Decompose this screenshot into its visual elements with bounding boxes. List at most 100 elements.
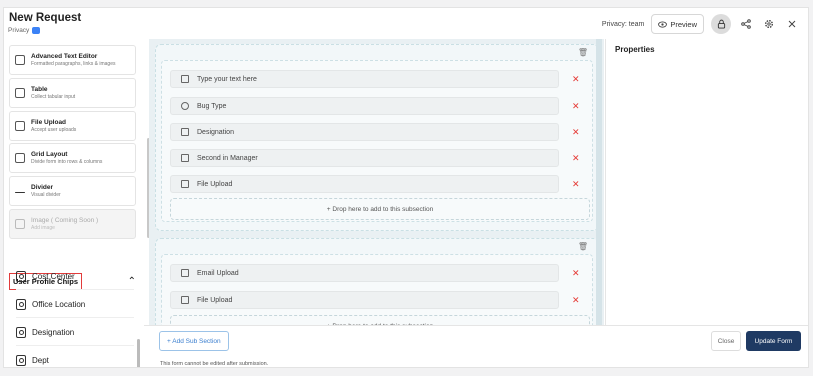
profile-chip-icon xyxy=(16,271,26,282)
text-icon xyxy=(181,75,189,83)
drop-zone-label: + Drop here to add to this subsection xyxy=(326,205,434,213)
file-upload-icon xyxy=(15,121,25,131)
field-dropdown[interactable]: Bug Type xyxy=(170,97,559,115)
profile-chip-icon xyxy=(16,327,26,338)
field-second-in-manager[interactable]: Second in Manager xyxy=(170,149,559,167)
chip-label: Dept xyxy=(32,356,49,365)
add-sub-section-button[interactable]: + Add Sub Section xyxy=(159,331,229,351)
widget-advanced-text-editor[interactable]: Advanced Text Editor Formatted paragraphs… xyxy=(9,45,136,75)
profile-chip-icon xyxy=(16,299,26,310)
field-email-upload[interactable]: Email Upload xyxy=(170,264,559,282)
gear-icon xyxy=(765,20,773,28)
privacy-badge-icon[interactable] xyxy=(32,27,41,34)
widget-panel: Advanced Text Editor Formatted paragraphs… xyxy=(4,39,144,367)
table-icon xyxy=(15,88,25,98)
lock-icon xyxy=(717,19,725,29)
canvas-scrollbar[interactable] xyxy=(596,39,602,331)
widget-description: Accept user uploads xyxy=(31,127,77,133)
subsection-2: Email Upload ✕ File Upload ✕ + Drop here… xyxy=(161,254,593,325)
field-label: Designation xyxy=(197,128,234,136)
delete-field-icon[interactable]: ✕ xyxy=(572,74,580,85)
field-label: File Upload xyxy=(197,180,233,188)
field-label: Second in Manager xyxy=(197,154,258,162)
left-scrollbar[interactable] xyxy=(137,339,140,367)
delete-field-icon[interactable]: ✕ xyxy=(572,127,580,138)
properties-title: Properties xyxy=(615,45,655,54)
chip-cost-center[interactable]: Cost Center xyxy=(16,264,134,290)
header-actions: Privacy: team Preview xyxy=(602,14,800,34)
rich-text-icon xyxy=(15,55,25,65)
chip-label: Office Location xyxy=(32,300,86,309)
divider-icon xyxy=(15,191,25,193)
close-window-button[interactable] xyxy=(784,16,800,32)
eye-icon xyxy=(658,20,668,28)
widget-title: Table xyxy=(31,86,48,93)
widget-grid-layout[interactable]: Grid Layout Divide form into rows & colum… xyxy=(9,143,136,173)
form-canvas: 🗑 Type your text here ✕ Bug Type ✕ Desig… xyxy=(149,39,604,325)
widget-file-upload[interactable]: File Upload Accept user uploads xyxy=(9,111,136,141)
chip-office-location[interactable]: Office Location xyxy=(16,292,134,318)
delete-field-icon[interactable]: ✕ xyxy=(572,268,580,279)
privacy-subtitle-label: Privacy xyxy=(8,27,30,34)
privacy-subtitle: Privacy xyxy=(8,27,41,34)
trash-icon[interactable]: 🗑 xyxy=(578,242,588,251)
profile-chip-icon xyxy=(181,128,189,136)
delete-field-icon[interactable]: ✕ xyxy=(572,179,580,190)
field-label: Email Upload xyxy=(197,269,239,277)
widget-title: Advanced Text Editor xyxy=(31,53,98,60)
settings-button[interactable] xyxy=(761,16,777,32)
page-title: New Request xyxy=(9,12,82,24)
delete-field-icon[interactable]: ✕ xyxy=(572,295,580,306)
file-icon xyxy=(181,180,189,188)
field-label: Bug Type xyxy=(197,102,227,110)
field-file-upload[interactable]: File Upload xyxy=(170,291,559,309)
widget-description: Add image xyxy=(31,225,55,231)
field-text[interactable]: Type your text here xyxy=(170,70,559,88)
share-icon xyxy=(741,19,751,29)
profile-chip-icon xyxy=(181,154,189,162)
widget-description: Divide form into rows & columns xyxy=(31,159,103,165)
drop-zone[interactable]: + Drop here to add to this subsection xyxy=(170,315,590,325)
privacy-label: Privacy: team xyxy=(601,20,645,28)
widget-title: Grid Layout xyxy=(31,151,68,158)
widget-description: Formatted paragraphs, links & images xyxy=(31,61,116,67)
footer-bar: + Add Sub Section This form cannot be ed… xyxy=(144,325,808,367)
form-section-2[interactable]: 🗑 Email Upload ✕ File Upload ✕ + Drop he… xyxy=(155,238,599,325)
chip-designation[interactable]: Designation xyxy=(16,320,134,346)
properties-panel: Properties xyxy=(605,39,808,325)
widget-description: Collect tabular input xyxy=(31,94,76,100)
close-icon xyxy=(788,20,796,28)
drop-zone[interactable]: + Drop here to add to this subsection xyxy=(170,198,590,220)
lock-button[interactable] xyxy=(711,14,731,34)
trash-icon[interactable]: 🗑 xyxy=(578,48,588,57)
share-button[interactable] xyxy=(738,16,754,32)
field-designation[interactable]: Designation xyxy=(170,123,559,141)
form-section-1[interactable]: 🗑 Type your text here ✕ Bug Type ✕ Desig… xyxy=(155,44,599,231)
widget-image: Image ( Coming Soon ) Add image xyxy=(9,209,136,239)
chip-label: Cost Center xyxy=(32,272,75,281)
chip-dept[interactable]: Dept xyxy=(16,348,134,367)
chip-label: Designation xyxy=(32,328,75,337)
subsection-1: Type your text here ✕ Bug Type ✕ Designa… xyxy=(161,60,593,222)
text-icon xyxy=(181,269,189,277)
delete-field-icon[interactable]: ✕ xyxy=(572,153,580,164)
close-button[interactable]: Close xyxy=(711,331,741,351)
preview-button[interactable]: Preview xyxy=(651,14,704,34)
image-icon xyxy=(15,219,25,229)
profile-chip-icon xyxy=(16,355,26,366)
widget-title: Divider xyxy=(31,184,54,191)
file-icon xyxy=(181,296,189,304)
submission-note: This form cannot be edited after submiss… xyxy=(160,361,269,367)
field-file-upload[interactable]: File Upload xyxy=(170,175,559,193)
widget-description: Visual divider xyxy=(31,192,61,198)
widget-divider[interactable]: Divider Visual divider xyxy=(9,176,136,206)
widget-table[interactable]: Table Collect tabular input xyxy=(9,78,136,108)
update-form-button[interactable]: Update Form xyxy=(746,331,801,351)
grid-icon xyxy=(15,153,25,163)
delete-field-icon[interactable]: ✕ xyxy=(572,101,580,112)
form-builder-window: New Request Privacy Privacy: team Previe… xyxy=(3,7,809,368)
dropdown-icon xyxy=(181,102,189,110)
field-label: File Upload xyxy=(197,296,233,304)
field-label: Type your text here xyxy=(197,75,257,83)
widget-title: File Upload xyxy=(31,119,67,126)
